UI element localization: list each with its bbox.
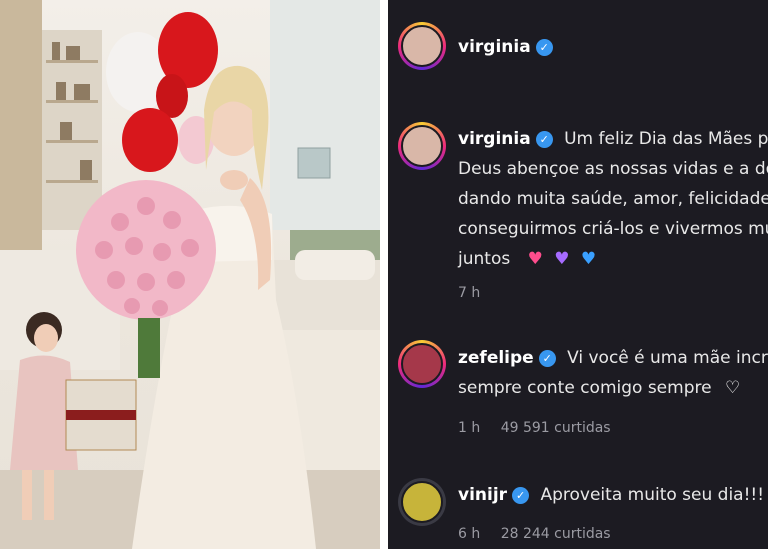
comment-line: virginia✓ Um feliz Dia das Mães para to [458, 126, 768, 152]
comment-text: Vi você é uma mãe incrível D [567, 348, 768, 368]
comment-username[interactable]: vinijr [458, 485, 507, 505]
pink-heart-icon: ♥ [527, 249, 543, 269]
verified-badge-icon: ✓ [535, 39, 553, 56]
comment-time: 7 h [458, 285, 481, 301]
comment-meta: 1 h 49 591 curtidas [458, 420, 627, 436]
comment-text: Deus abençoe as nossas vidas e a dos n [458, 159, 768, 179]
comment-text: Aproveita muito seu dia!!! Te an [540, 485, 768, 505]
blue-heart-icon: ♥ [580, 249, 597, 269]
comment-text: dando muita saúde, amor, felicidade e s [458, 189, 768, 209]
comment-time: 6 h [458, 526, 481, 542]
photo-illustration [0, 0, 380, 549]
comment-meta: 7 h [458, 285, 496, 301]
panel-divider [380, 0, 388, 549]
comment-username[interactable]: virginia [458, 129, 531, 149]
post-author-avatar[interactable] [398, 22, 446, 70]
comment-text: conseguirmos criá-los e vivermos muito [458, 219, 768, 239]
comment-avatar-zefelipe[interactable] [398, 340, 446, 388]
red-balloon-2 [122, 108, 178, 172]
comment-last-line: juntos ♥ ♥ ♥ [458, 246, 602, 272]
post-author-username[interactable]: virginia [458, 37, 531, 57]
comment-likes[interactable]: 28 244 curtidas [501, 526, 611, 542]
window [270, 0, 380, 230]
comment-meta: 6 h 28 244 curtidas [458, 526, 627, 542]
comment-line: vinijr ✓ Aproveita muito seu dia!!! Te an [458, 482, 768, 508]
comment-last-line: sempre conte comigo sempre ♡ [458, 375, 740, 401]
comment-text: juntos [458, 249, 511, 269]
comments-panel: virginia ✓ virginia ✓ Um feliz Dia das Mãe… [388, 0, 768, 549]
purple-heart-icon: ♥ [554, 249, 570, 269]
comment-text: sempre conte comigo sempre [458, 378, 712, 398]
post-author-username-row[interactable]: virginia ✓ [458, 37, 553, 57]
wood-cabinet [0, 0, 42, 260]
verified-badge-icon: ✓ [512, 487, 530, 504]
verified-badge-icon: ✓ [535, 131, 553, 148]
comment-avatar-vinijr[interactable] [398, 478, 446, 526]
comment-avatar-virginia[interactable] [398, 122, 446, 170]
post-photo [0, 0, 380, 549]
comment-username[interactable]: zefelipe [458, 348, 534, 368]
comment-line: zefelipe✓ Vi você é uma mãe incrível D [458, 345, 768, 371]
comment-text: Um feliz Dia das Mães para to [564, 129, 768, 149]
bouquet-stems [138, 318, 160, 378]
comment-likes[interactable]: 49 591 curtidas [501, 420, 611, 436]
comment-time: 1 h [458, 420, 481, 436]
heart-hands-icon: ♡ [724, 378, 741, 398]
verified-badge-icon: ✓ [538, 350, 556, 367]
